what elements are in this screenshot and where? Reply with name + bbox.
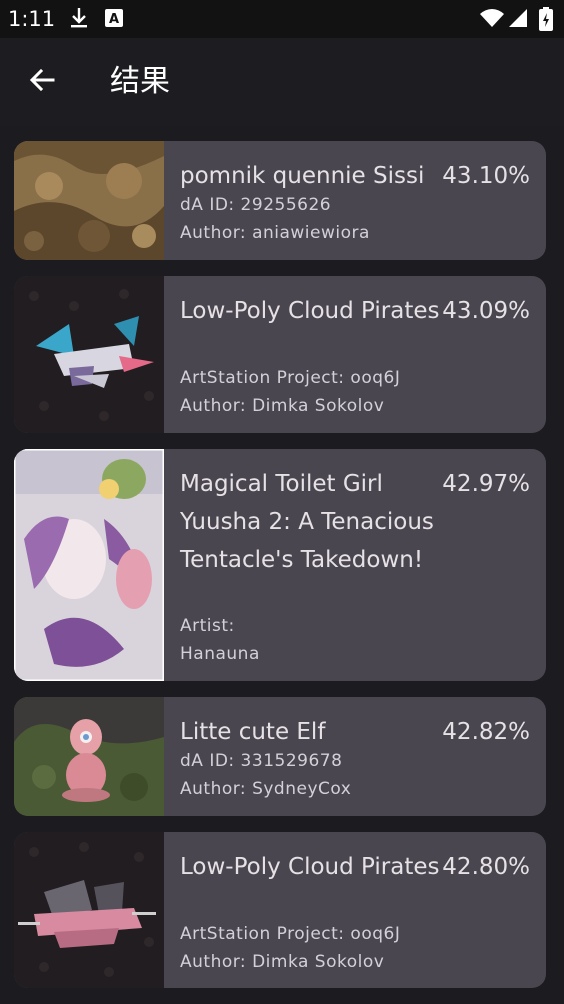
result-author: Hanauna [180,644,260,664]
back-button[interactable] [22,62,62,102]
result-score: 42.82% [442,719,530,745]
result-thumbnail [14,449,166,681]
arrow-left-icon [28,66,56,98]
result-card[interactable]: Litte cute Elf 42.82% dA ID: 331529678 A… [14,697,546,816]
result-title: Litte cute Elf [180,719,326,745]
result-title: Magical Toilet Girl Yuusha 2: A Tenaciou… [180,471,434,573]
results-list[interactable]: pomnik quennie Sissi 43.10% dA ID: 29255… [0,126,564,1004]
result-card[interactable]: Low-Poly Cloud Pirates 42.80% ArtStation… [14,832,546,988]
result-thumbnail [14,141,164,260]
svg-text:A: A [109,12,119,27]
result-score: 43.10% [442,163,530,189]
status-time: 1:11 [8,7,56,31]
result-card[interactable]: pomnik quennie Sissi 43.10% dA ID: 29255… [14,141,546,260]
app-bar: 结果 [0,38,564,126]
result-author: Author: aniawiewiora [180,223,370,243]
result-card[interactable]: Low-Poly Cloud Pirates 43.09% ArtStation… [14,276,546,433]
result-author: Author: SydneyCox [180,779,352,799]
status-bar: 1:11 A [0,0,564,38]
result-detail: ArtStation Project: ooq6J [180,368,401,388]
result-detail: Artist: [180,616,235,636]
result-score: 42.80% [442,854,530,880]
result-score: 42.97% [442,471,530,497]
result-title: Low-Poly Cloud Pirates [180,854,440,880]
result-thumbnail [14,832,164,988]
result-thumbnail [14,697,164,816]
result-score: 43.09% [442,298,530,324]
signal-icon [507,6,529,34]
result-author: Author: Dimka Sokolov [180,952,385,972]
result-author: Author: Dimka Sokolov [180,396,385,416]
page-title: 结果 [110,64,170,99]
result-thumbnail [14,276,164,433]
a-notification-icon: A [104,6,124,34]
result-detail: dA ID: 29255626 [180,195,332,215]
download-icon [68,6,90,34]
wifi-icon [479,6,505,34]
result-title: Low-Poly Cloud Pirates [180,298,440,324]
battery-icon [538,6,554,36]
result-title: pomnik quennie Sissi [180,163,425,189]
result-card[interactable]: Magical Toilet Girl Yuusha 2: A Tenaciou… [14,449,546,681]
result-detail: dA ID: 331529678 [180,751,343,771]
result-detail: ArtStation Project: ooq6J [180,924,401,944]
